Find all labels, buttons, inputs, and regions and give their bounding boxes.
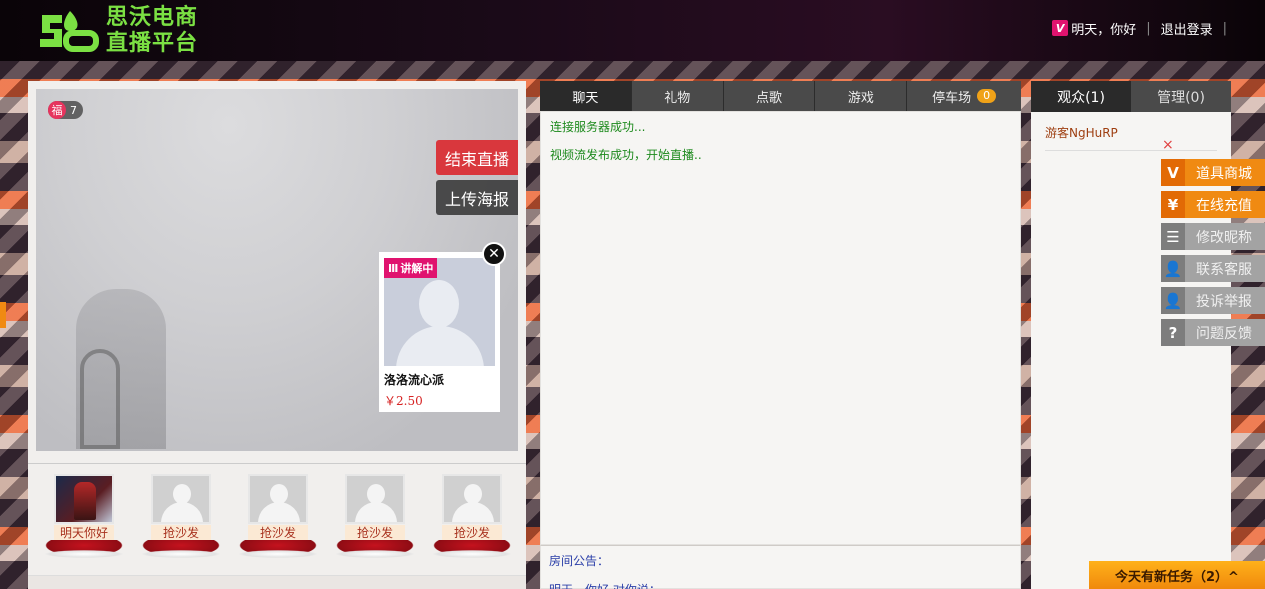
new-task-bar[interactable]: 今天有新任务（2）^: [1089, 561, 1265, 589]
seat-stage: [137, 540, 225, 558]
parking-count-badge: 0: [977, 89, 997, 103]
logo-line-1: 思沃电商: [106, 5, 199, 30]
logo[interactable]: 思沃电商 直播平台: [36, 5, 216, 57]
logo-icon: [40, 11, 99, 52]
room-announcement: 房间公告： 明天，你好 对你说：: [540, 545, 1021, 589]
menu-item-report[interactable]: 👤 投诉举报: [1161, 287, 1265, 314]
left-edge-tab[interactable]: [0, 302, 6, 328]
separator: |: [1146, 20, 1151, 36]
seat[interactable]: 明天你好: [40, 474, 128, 564]
explaining-tag: Ⅲ 讲解中: [384, 258, 438, 278]
vip-badge-icon: V: [1052, 20, 1069, 36]
announcement-label: 房间公告：: [549, 554, 610, 568]
menu-item-label: 在线充值: [1196, 197, 1252, 214]
chat-message: 连接服务器成功...: [550, 120, 646, 134]
avatar: [151, 474, 211, 524]
top-bar: 思沃电商 直播平台 V 明天，你好 | 退出登录 |: [0, 0, 1265, 61]
logo-text: 思沃电商 直播平台: [106, 5, 198, 57]
menu-item-label: 修改昵称: [1196, 229, 1252, 246]
live-video: 福 7 结束直播 上传海报 Ⅲ 讲解中 洛洛流心派 ￥2.50 ✕: [36, 89, 518, 451]
tab-audience[interactable]: 观众(1): [1031, 81, 1131, 112]
bars-icon: Ⅲ: [388, 261, 399, 275]
viewer-item[interactable]: 游客NgHuRP: [1045, 124, 1217, 151]
viewer-tabs: 观众(1) 管理(0): [1031, 81, 1231, 112]
menu-item-feedback[interactable]: ? 问题反馈: [1161, 319, 1265, 346]
product-price: ￥2.50: [384, 394, 423, 408]
video-panel: 福 7 结束直播 上传海报 Ⅲ 讲解中 洛洛流心派 ￥2.50 ✕ 明天你好 抢…: [28, 81, 526, 589]
fu-icon: 福: [48, 101, 66, 119]
chat-messages: 连接服务器成功... 视频流发布成功，开始直播..: [540, 111, 1021, 545]
menu-item-prop-store[interactable]: V 道具商城: [1161, 159, 1265, 186]
seat[interactable]: 抢沙发: [137, 474, 225, 564]
upload-poster-button[interactable]: 上传海报: [436, 180, 518, 215]
avatar-placeholder: [396, 326, 484, 366]
user-icon: 👤: [1161, 255, 1185, 282]
seat-stage: [428, 540, 516, 558]
seat[interactable]: 抢沙发: [331, 474, 419, 564]
product-card[interactable]: Ⅲ 讲解中 洛洛流心派 ￥2.50: [379, 252, 500, 412]
vip-icon: V: [1161, 159, 1185, 186]
explaining-label: 讲解中: [400, 262, 434, 275]
menu-item-recharge[interactable]: ¥ 在线充值: [1161, 191, 1265, 218]
product-name: 洛洛流心派: [384, 373, 445, 387]
video-content: [80, 349, 120, 449]
seat-stage: [40, 540, 128, 558]
tab-parking-label: 停车场: [932, 90, 972, 106]
chat-panel: 聊天 礼物 点歌 游戏 停车场 0 连接服务器成功... 视频流发布成功，开始直…: [540, 81, 1022, 589]
product-image: Ⅲ 讲解中: [384, 258, 495, 366]
question-icon: ?: [1161, 319, 1185, 346]
logout-link[interactable]: 退出登录: [1161, 19, 1213, 38]
bottom-nav: [28, 575, 526, 589]
user-icon: 👤: [1161, 287, 1185, 314]
avatar: [345, 474, 405, 524]
separator: |: [1222, 20, 1227, 36]
menu-item-label: 投诉举报: [1196, 293, 1252, 310]
tab-games[interactable]: 游戏: [815, 81, 908, 111]
yen-icon: ¥: [1161, 191, 1185, 218]
seat[interactable]: 抢沙发: [234, 474, 322, 564]
avatar: [248, 474, 308, 524]
announcement-message: 明天，你好 对你说：: [549, 581, 1012, 589]
menu-item-label: 问题反馈: [1196, 325, 1252, 342]
menu-item-support[interactable]: 👤 联系客服: [1161, 255, 1265, 282]
seats-bar: 明天你好 抢沙发 抢沙发 抢沙发 抢沙发: [28, 463, 526, 573]
seat[interactable]: 抢沙发: [428, 474, 516, 564]
tab-parking[interactable]: 停车场 0: [907, 81, 1022, 111]
avatar: [54, 474, 114, 524]
fu-badge: 福 7: [48, 101, 83, 119]
logo-line-2: 直播平台: [106, 31, 199, 56]
seat-stage: [234, 540, 322, 558]
chat-tabs: 聊天 礼物 点歌 游戏 停车场 0: [540, 81, 1022, 111]
avatar-placeholder: [419, 280, 459, 328]
close-icon[interactable]: ×: [1162, 137, 1174, 153]
avatar: [442, 474, 502, 524]
tab-admin[interactable]: 管理(0): [1131, 81, 1231, 112]
fu-count: 7: [70, 103, 77, 117]
close-icon[interactable]: ✕: [482, 242, 506, 266]
menu-item-label: 道具商城: [1196, 165, 1252, 182]
chat-message: 视频流发布成功，开始直播..: [550, 148, 702, 162]
tab-songs[interactable]: 点歌: [723, 81, 816, 111]
tab-gifts[interactable]: 礼物: [631, 81, 724, 111]
list-icon: ☰: [1161, 223, 1185, 250]
viewer-list: 游客NgHuRP: [1031, 112, 1231, 163]
menu-item-rename[interactable]: ☰ 修改昵称: [1161, 223, 1265, 250]
menu-item-label: 联系客服: [1196, 261, 1252, 278]
tab-chat[interactable]: 聊天: [540, 81, 632, 111]
user-area: V 明天，你好 | 退出登录 |: [1052, 18, 1237, 38]
greeting[interactable]: 明天，你好: [1071, 19, 1136, 38]
end-live-button[interactable]: 结束直播: [436, 140, 518, 175]
seat-stage: [331, 540, 419, 558]
